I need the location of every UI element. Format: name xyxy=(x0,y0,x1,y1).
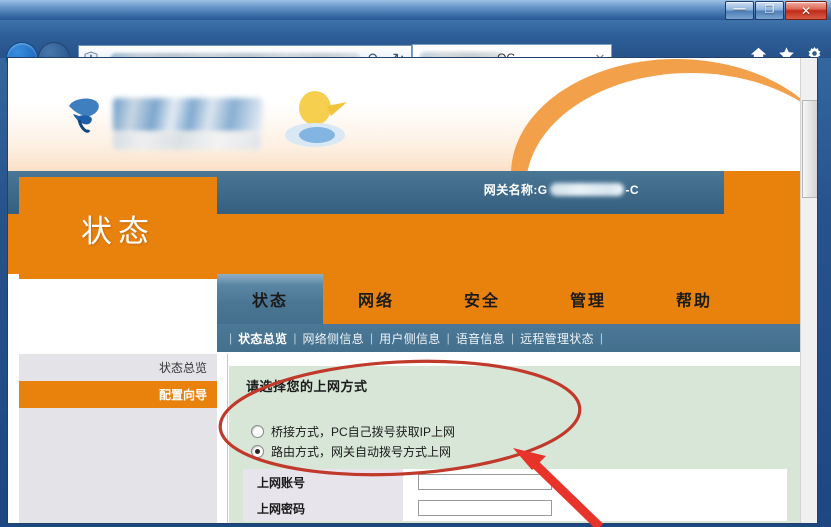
radio-router-label: 路由方式，网关自动拨号方式上网 xyxy=(271,443,451,460)
status-panel-title: 状态 xyxy=(81,206,155,251)
sidebar-item-label: 状态总览 xyxy=(159,359,207,376)
subnav-separator: | xyxy=(447,331,450,345)
subnav-item-remote-mgmt-status[interactable]: 远程管理状态 xyxy=(520,330,594,347)
subnav-item-status-overview[interactable]: 状态总览 xyxy=(238,330,287,347)
screenshot-root: — ❐ ✕ ← → xyxy=(0,0,831,527)
sidebar: 状态总览 配置向导 xyxy=(19,353,217,523)
minimize-button[interactable]: — xyxy=(725,1,754,20)
gateway-name: 网关名称:G -C xyxy=(484,181,639,198)
radio-router-icon[interactable] xyxy=(251,445,264,458)
tab-network[interactable]: 网络 xyxy=(323,274,429,324)
subnav-separator: | xyxy=(370,331,373,345)
gateway-bar: 网关名称:G -C 状态 xyxy=(8,171,801,274)
tab-management-label: 管理 xyxy=(570,287,606,311)
tab-security[interactable]: 安全 xyxy=(429,274,535,324)
sidebar-item-config-wizard[interactable]: 配置向导 xyxy=(19,381,217,408)
gateway-name-redacted xyxy=(550,183,624,196)
status-panel-title-box: 状态 xyxy=(19,177,217,279)
tab-management[interactable]: 管理 xyxy=(535,274,641,324)
subnav-separator: | xyxy=(229,331,232,345)
account-input[interactable] xyxy=(418,474,552,490)
gateway-name-prefix: 网关名称:G xyxy=(484,181,548,198)
subnav-separator: | xyxy=(293,331,296,345)
subnav-item-voice-info[interactable]: 语音信息 xyxy=(456,330,505,347)
field-label-password: 上网密码 xyxy=(243,495,403,521)
logo-mascot-icon xyxy=(281,88,353,154)
logo-wordmark-redacted xyxy=(113,98,263,132)
logo-mark-icon xyxy=(63,94,105,138)
tab-help-label: 帮助 xyxy=(676,287,712,311)
window-controls: — ❐ ✕ xyxy=(724,1,827,19)
sidebar-item-status-overview[interactable]: 状态总览 xyxy=(19,354,217,381)
credentials-table: 上网账号 上网密码 xyxy=(243,469,787,521)
table-row: 上网账号 xyxy=(243,469,787,495)
form-title: 请选择您的上网方式 xyxy=(246,376,368,395)
page-scrollbar[interactable] xyxy=(800,58,817,523)
radio-option-router[interactable]: 路由方式，网关自动拨号方式上网 xyxy=(251,443,451,460)
logo-wordmark-reflection xyxy=(113,132,261,150)
field-cell-password xyxy=(403,495,787,521)
config-wizard-form: 请选择您的上网方式 桥接方式，PC自己拨号获取IP上网 路由方式，网关自动拨号方… xyxy=(229,366,801,523)
maximize-icon: ❐ xyxy=(765,5,775,16)
subnav-item-lan-info[interactable]: 用户侧信息 xyxy=(379,330,441,347)
tab-status-label: 状态 xyxy=(252,287,288,311)
maximize-button[interactable]: ❐ xyxy=(755,1,784,20)
radio-bridge-icon[interactable] xyxy=(251,425,264,438)
minimize-icon: — xyxy=(734,2,746,14)
password-input[interactable] xyxy=(418,500,552,516)
brand-logo xyxy=(63,80,363,152)
close-button[interactable]: ✕ xyxy=(785,1,827,20)
field-label-account: 上网账号 xyxy=(243,469,403,495)
gateway-name-suffix: -C xyxy=(626,183,639,197)
close-icon: ✕ xyxy=(801,5,811,17)
field-cell-account xyxy=(403,469,787,495)
tab-network-label: 网络 xyxy=(358,287,394,311)
sidebar-item-label: 配置向导 xyxy=(159,386,207,403)
tab-security-label: 安全 xyxy=(464,287,500,311)
table-row: 上网密码 xyxy=(243,495,787,521)
tab-help[interactable]: 帮助 xyxy=(641,274,747,324)
tab-status[interactable]: 状态 xyxy=(217,274,323,324)
content-panel: 请选择您的上网方式 桥接方式，PC自己拨号获取IP上网 路由方式，网关自动拨号方… xyxy=(227,353,801,523)
page-viewport: 网关名称:G -C 状态 状态 网络 xyxy=(7,57,818,524)
scrollbar-thumb[interactable] xyxy=(802,100,818,198)
subnav-item-wan-info[interactable]: 网络侧信息 xyxy=(302,330,364,347)
page-banner xyxy=(8,58,801,171)
browser-window: — ❐ ✕ ← → xyxy=(0,0,831,527)
window-titlebar: — ❐ ✕ xyxy=(0,0,831,20)
subnav-separator: | xyxy=(511,331,514,345)
subnav-separator: | xyxy=(600,331,603,345)
browser-toolbar: ← → ▾ ▾ xyxy=(0,20,831,58)
sub-navigation-bar: | 状态总览 | 网络侧信息 | 用户侧信息 | 语音信息 | 远程管理状态 | xyxy=(217,324,801,352)
radio-bridge-label: 桥接方式，PC自己拨号获取IP上网 xyxy=(271,423,455,440)
router-admin-page: 网关名称:G -C 状态 状态 网络 xyxy=(8,58,801,523)
radio-option-bridge[interactable]: 桥接方式，PC自己拨号获取IP上网 xyxy=(251,423,455,440)
main-tab-bar: 状态 网络 安全 管理 帮助 xyxy=(217,274,801,324)
